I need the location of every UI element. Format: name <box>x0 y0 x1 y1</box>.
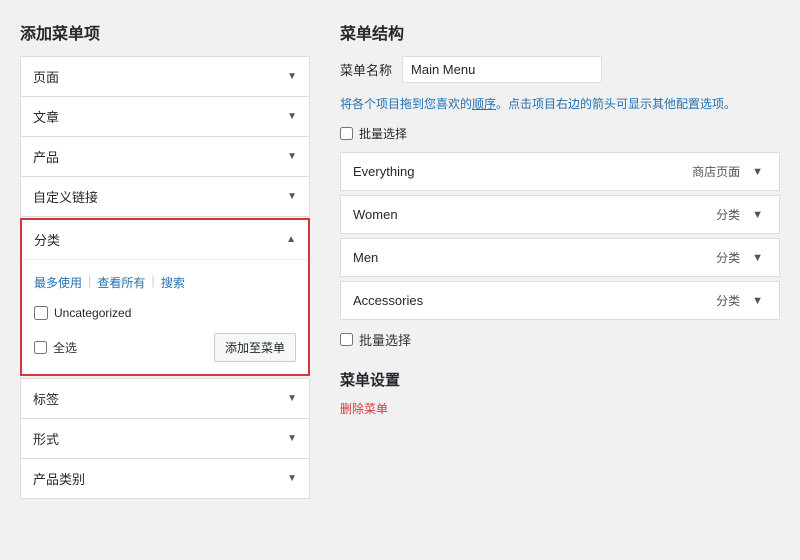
menu-item-women-label: Women <box>353 207 398 222</box>
categories-tabs: 最多使用 | 查看所有 | 搜索 <box>34 272 296 293</box>
accordion-forms-header[interactable]: 形式 ▼ <box>21 419 309 458</box>
accordion-articles-arrow: ▼ <box>287 111 297 122</box>
select-all-checkbox[interactable] <box>34 341 47 354</box>
accordion-custom-link: 自定义链接 ▼ <box>20 176 310 217</box>
category-item-uncategorized: Uncategorized <box>34 303 296 323</box>
accordion-tags-label: 标签 <box>33 389 59 408</box>
menu-item-men: Men 分类 ▼ <box>340 238 780 277</box>
select-all-label: 全选 <box>53 339 77 356</box>
accordion-articles-header[interactable]: 文章 ▼ <box>21 97 309 136</box>
menu-item-everything-right: 商店页面 ▼ <box>692 163 767 180</box>
menu-item-men-label: Men <box>353 250 378 265</box>
batch-select-top: 批量选择 <box>340 125 780 142</box>
categories-checkbox-list: Uncategorized <box>34 303 296 323</box>
menu-name-row: 菜单名称 <box>340 56 780 83</box>
menu-item-everything-type: 商店页面 <box>692 163 740 180</box>
accordion-articles: 文章 ▼ <box>20 96 310 137</box>
menu-items-list: Everything 商店页面 ▼ Women 分类 ▼ Men 分类 ▼ <box>340 152 780 320</box>
accordion-pages-header[interactable]: 页面 ▼ <box>21 57 309 96</box>
menu-name-input[interactable] <box>402 56 602 83</box>
accordion-tags-header[interactable]: 标签 ▼ <box>21 379 309 418</box>
accordion-product-categories-arrow: ▼ <box>287 473 297 484</box>
batch-select-label-bottom: 批量选择 <box>359 330 411 349</box>
tab-most-used[interactable]: 最多使用 <box>34 272 82 293</box>
accordion-categories-arrow: ▲ <box>286 234 296 245</box>
batch-select-label-top: 批量选择 <box>359 125 407 142</box>
tab-sep-1: | <box>88 272 91 293</box>
tab-view-all[interactable]: 查看所有 <box>97 272 145 293</box>
categories-body: 最多使用 | 查看所有 | 搜索 Uncategorized 全选 <box>22 260 308 374</box>
accordion-tags: 标签 ▼ <box>20 378 310 419</box>
accordion-products: 产品 ▼ <box>20 136 310 177</box>
menu-item-women-expand[interactable]: ▼ <box>748 207 767 223</box>
menu-description: 将各个项目拖到您喜欢的顺序。点击项目右边的箭头可显示其他配置选项。 <box>340 95 780 113</box>
menu-item-men-type: 分类 <box>716 249 740 266</box>
accordion-pages: 页面 ▼ <box>20 56 310 97</box>
accordion-product-categories: 产品类别 ▼ <box>20 458 310 499</box>
menu-settings-section: 菜单设置 删除菜单 <box>340 369 780 417</box>
accordion-categories-header[interactable]: 分类 ▲ <box>22 220 308 260</box>
accordion-custom-link-header[interactable]: 自定义链接 ▼ <box>21 177 309 216</box>
accordion-tags-arrow: ▼ <box>287 393 297 404</box>
accordion-pages-label: 页面 <box>33 67 59 86</box>
delete-menu-link[interactable]: 删除菜单 <box>340 402 388 416</box>
accordion-product-categories-header[interactable]: 产品类别 ▼ <box>21 459 309 498</box>
menu-item-everything-label: Everything <box>353 164 414 179</box>
accordion-forms-label: 形式 <box>33 429 59 448</box>
category-checkbox-uncategorized[interactable] <box>34 306 48 320</box>
accordion-categories-label: 分类 <box>34 230 60 249</box>
accordion-custom-link-label: 自定义链接 <box>33 187 98 206</box>
tab-sep-2: | <box>151 272 154 293</box>
right-panel-title: 菜单结构 <box>340 20 780 44</box>
menu-item-accessories: Accessories 分类 ▼ <box>340 281 780 320</box>
menu-settings-title: 菜单设置 <box>340 369 780 390</box>
accordion-forms: 形式 ▼ <box>20 418 310 459</box>
category-label-uncategorized: Uncategorized <box>54 306 131 320</box>
menu-item-women-right: 分类 ▼ <box>716 206 767 223</box>
accordion-forms-arrow: ▼ <box>287 433 297 444</box>
categories-bottom-row: 全选 添加至菜单 <box>34 333 296 362</box>
accordion-products-header[interactable]: 产品 ▼ <box>21 137 309 176</box>
add-menu-items-panel: 添加菜单项 页面 ▼ 文章 ▼ 产品 ▼ 自定义链接 ▼ <box>20 20 310 498</box>
accordion-products-arrow: ▼ <box>287 151 297 162</box>
menu-item-women-type: 分类 <box>716 206 740 223</box>
batch-select-checkbox-top[interactable] <box>340 127 353 140</box>
menu-item-men-right: 分类 ▼ <box>716 249 767 266</box>
menu-item-accessories-type: 分类 <box>716 292 740 309</box>
desc-highlight: 顺序 <box>472 97 496 111</box>
menu-item-everything-expand[interactable]: ▼ <box>748 164 767 180</box>
menu-name-label: 菜单名称 <box>340 60 392 79</box>
accordion-product-categories-label: 产品类别 <box>33 469 85 488</box>
select-all-row: 全选 <box>34 339 77 356</box>
add-to-menu-button[interactable]: 添加至菜单 <box>214 333 296 362</box>
accordion-products-label: 产品 <box>33 147 59 166</box>
left-panel-title: 添加菜单项 <box>20 20 310 44</box>
menu-item-accessories-label: Accessories <box>353 293 423 308</box>
menu-item-accessories-right: 分类 ▼ <box>716 292 767 309</box>
menu-item-women: Women 分类 ▼ <box>340 195 780 234</box>
batch-select-bottom: 批量选择 <box>340 330 780 349</box>
accordion-articles-label: 文章 <box>33 107 59 126</box>
tab-search[interactable]: 搜索 <box>161 272 185 293</box>
accordion-pages-arrow: ▼ <box>287 71 297 82</box>
accordion-categories: 分类 ▲ 最多使用 | 查看所有 | 搜索 Uncategorized <box>20 218 310 376</box>
menu-item-men-expand[interactable]: ▼ <box>748 250 767 266</box>
menu-item-everything: Everything 商店页面 ▼ <box>340 152 780 191</box>
accordion-custom-link-arrow: ▼ <box>287 191 297 202</box>
menu-item-accessories-expand[interactable]: ▼ <box>748 293 767 309</box>
menu-structure-panel: 菜单结构 菜单名称 将各个项目拖到您喜欢的顺序。点击项目右边的箭头可显示其他配置… <box>340 20 780 498</box>
batch-select-checkbox-bottom[interactable] <box>340 333 353 346</box>
